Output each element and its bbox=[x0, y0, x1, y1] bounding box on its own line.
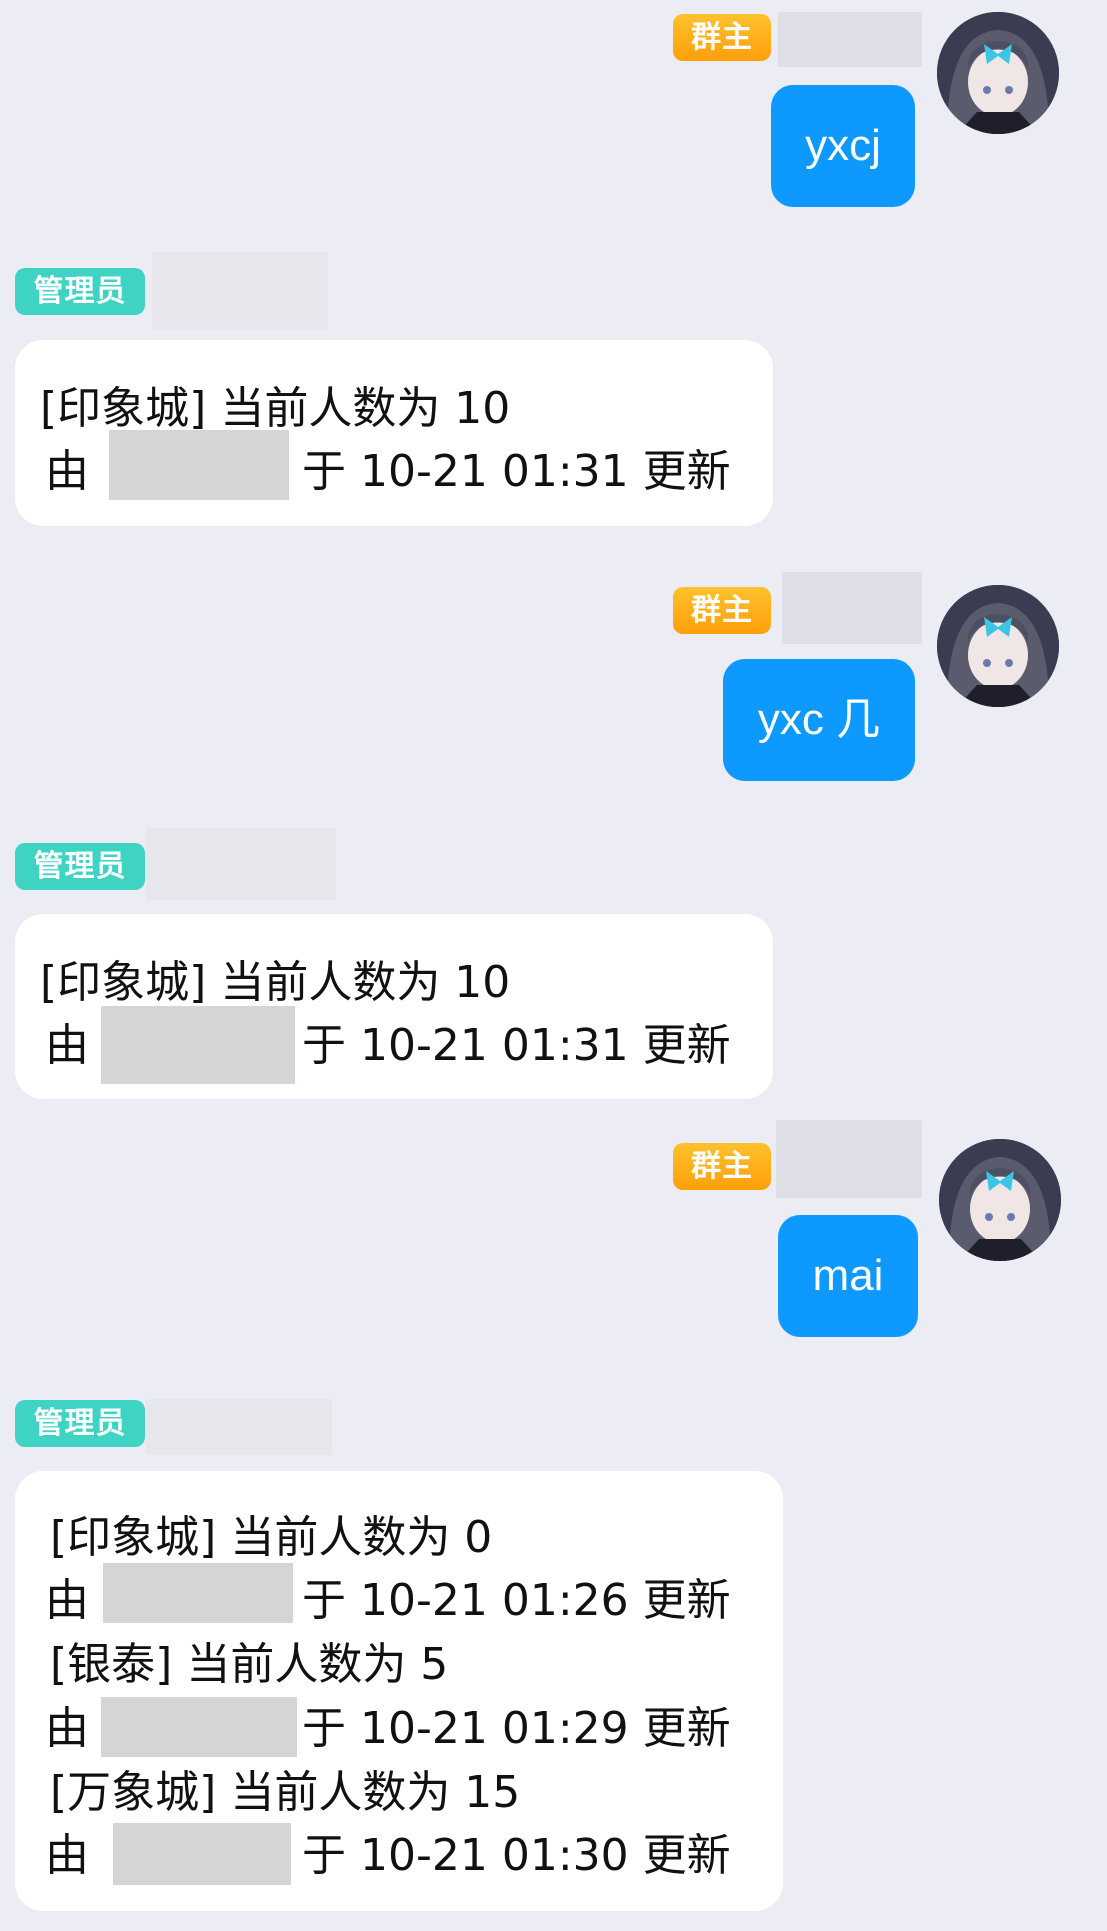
owner-badge: 群主 bbox=[673, 1143, 771, 1190]
message-bubble-outgoing[interactable]: yxc 几 bbox=[723, 659, 915, 781]
sender-name-redacted bbox=[152, 252, 328, 330]
message-line-prefix: 由 bbox=[45, 1830, 89, 1881]
message-bubble-incoming[interactable]: [印象城] 当前人数为 0 由 于 10-21 01:26 更新 [银泰] 当前… bbox=[15, 1471, 783, 1911]
admin-badge: 管理员 bbox=[15, 843, 145, 890]
message-line: [印象城] 当前人数为 10 bbox=[40, 957, 511, 1008]
user-name-redacted bbox=[101, 1697, 297, 1757]
message-bubble-outgoing[interactable]: mai bbox=[778, 1215, 918, 1337]
message-text: yxcj bbox=[805, 121, 881, 170]
message-line-suffix: 于 10-21 01:26 更新 bbox=[302, 1575, 731, 1626]
message-text: mai bbox=[812, 1251, 884, 1300]
admin-badge: 管理员 bbox=[15, 268, 145, 315]
message-line-suffix: 于 10-21 01:30 更新 bbox=[302, 1830, 731, 1881]
avatar-anime-girl-icon bbox=[939, 1139, 1061, 1261]
message-line-prefix: 由 bbox=[45, 1575, 89, 1626]
message-line-suffix: 于 10-21 01:31 更新 bbox=[302, 1020, 731, 1071]
message-line: [印象城] 当前人数为 0 bbox=[50, 1512, 493, 1563]
avatar[interactable] bbox=[939, 1139, 1061, 1261]
sender-name-redacted bbox=[778, 12, 922, 67]
message-bubble-outgoing[interactable]: yxcj bbox=[771, 85, 915, 207]
sender-name-redacted bbox=[146, 828, 336, 900]
message-bubble-incoming[interactable]: [印象城] 当前人数为 10 由 于 10-21 01:31 更新 bbox=[15, 914, 773, 1099]
message-line: [万象城] 当前人数为 15 bbox=[50, 1767, 521, 1818]
sender-name-redacted bbox=[146, 1399, 332, 1455]
user-name-redacted bbox=[113, 1823, 291, 1885]
message-line: [银泰] 当前人数为 5 bbox=[50, 1639, 449, 1690]
sender-name-redacted bbox=[776, 1120, 922, 1198]
message-text: yxc 几 bbox=[757, 695, 881, 744]
owner-badge: 群主 bbox=[673, 587, 771, 634]
message-line-prefix: 由 bbox=[45, 1703, 89, 1754]
avatar[interactable] bbox=[937, 12, 1059, 134]
message-line-prefix: 由 bbox=[45, 446, 89, 497]
message-line-suffix: 于 10-21 01:29 更新 bbox=[302, 1703, 731, 1754]
avatar-anime-girl-icon bbox=[937, 12, 1059, 134]
avatar-anime-girl-icon bbox=[937, 585, 1059, 707]
owner-badge: 群主 bbox=[673, 14, 771, 61]
message-line: [印象城] 当前人数为 10 bbox=[40, 383, 511, 434]
admin-badge: 管理员 bbox=[15, 1400, 145, 1447]
message-line-suffix: 于 10-21 01:31 更新 bbox=[302, 446, 731, 497]
user-name-redacted bbox=[109, 430, 289, 500]
user-name-redacted bbox=[101, 1006, 295, 1084]
user-name-redacted bbox=[103, 1563, 293, 1623]
sender-name-redacted bbox=[782, 572, 922, 644]
message-line-prefix: 由 bbox=[45, 1020, 89, 1071]
message-bubble-incoming[interactable]: [印象城] 当前人数为 10 由 于 10-21 01:31 更新 bbox=[15, 340, 773, 526]
avatar[interactable] bbox=[937, 585, 1059, 707]
